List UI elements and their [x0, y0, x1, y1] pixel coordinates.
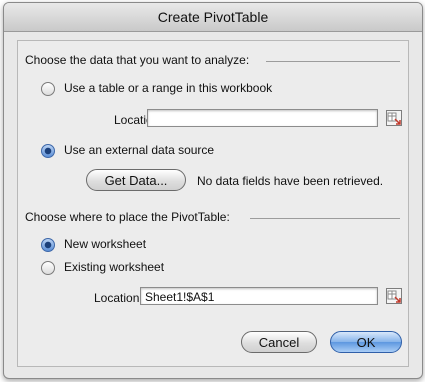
- data-section-divider: [266, 61, 400, 62]
- range-location-field[interactable]: [147, 109, 378, 127]
- get-data-button[interactable]: Get Data...: [86, 169, 186, 191]
- create-pivottable-dialog: Create PivotTable Choose the data that y…: [3, 2, 423, 379]
- cancel-button[interactable]: Cancel: [241, 331, 317, 353]
- data-section-heading: Choose the data that you want to analyze…: [25, 53, 250, 67]
- range-option-radio[interactable]: [41, 82, 55, 96]
- range-option-label[interactable]: Use a table or a range in this workbook: [64, 81, 272, 95]
- data-status-text: No data fields have been retrieved.: [197, 174, 384, 188]
- existing-worksheet-label[interactable]: Existing worksheet: [64, 260, 164, 274]
- ok-button[interactable]: OK: [330, 331, 402, 353]
- external-source-label[interactable]: Use an external data source: [64, 143, 214, 157]
- new-worksheet-label[interactable]: New worksheet: [64, 237, 146, 251]
- range-picker-icon[interactable]: [386, 288, 402, 304]
- place-section-divider: [250, 218, 400, 219]
- new-worksheet-radio[interactable]: [41, 238, 55, 252]
- dialog-title: Create PivotTable: [4, 3, 422, 32]
- dialog-content: Choose the data that you want to analyze…: [17, 40, 409, 367]
- placement-location-field[interactable]: Sheet1!$A$1: [140, 287, 378, 305]
- placement-location-label: Location:: [94, 291, 143, 305]
- range-picker-icon[interactable]: [386, 110, 402, 126]
- place-section-heading: Choose where to place the PivotTable:: [25, 210, 230, 224]
- existing-worksheet-radio[interactable]: [41, 261, 55, 275]
- external-source-radio[interactable]: [41, 144, 55, 158]
